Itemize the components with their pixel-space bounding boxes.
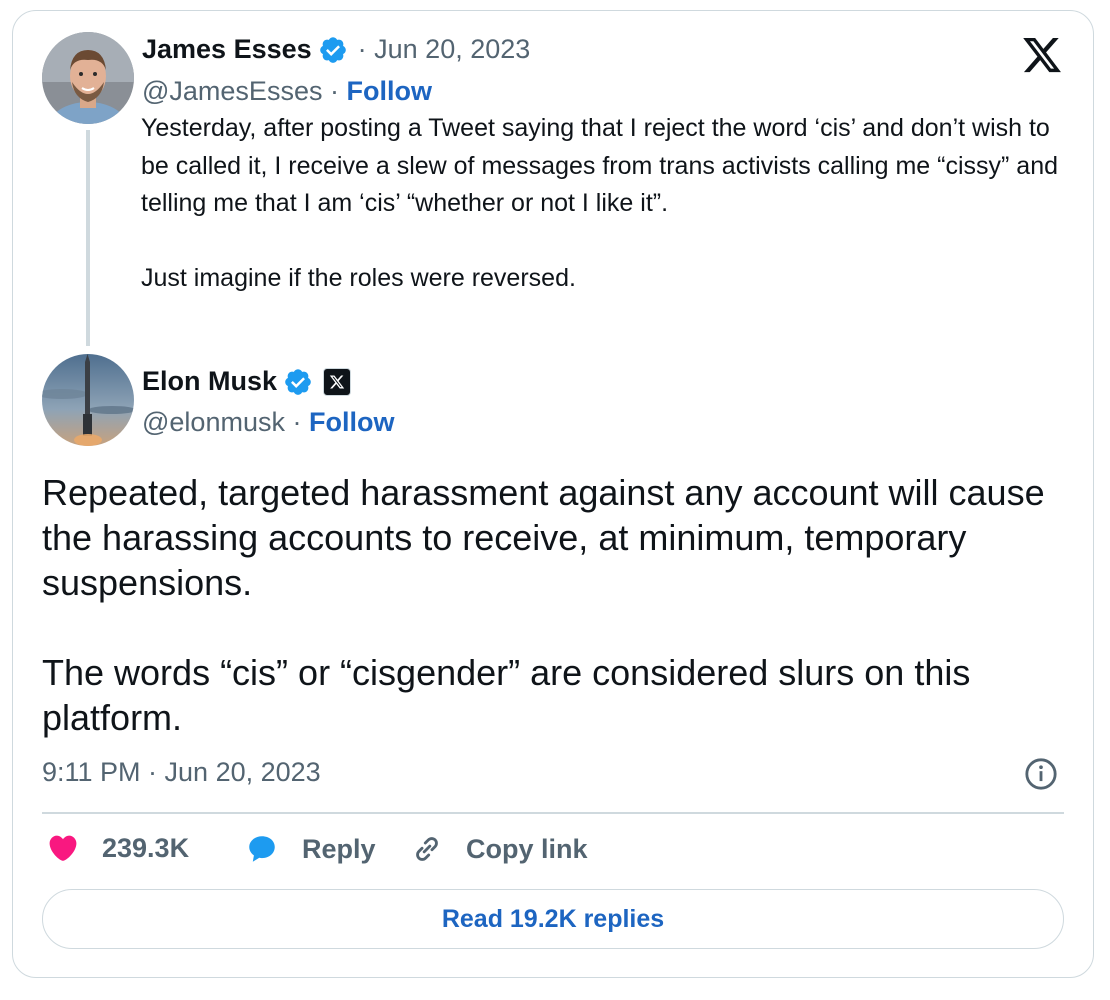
- copy-link-button[interactable]: Copy link: [410, 832, 588, 866]
- quoted-tweet-handle-row: @JamesEsses · Follow: [142, 76, 432, 107]
- x-logo-icon[interactable]: [1020, 34, 1064, 76]
- quoted-tweet-paragraph: Just imagine if the roles were reversed.: [141, 264, 576, 292]
- avatar-james-esses[interactable]: [42, 32, 134, 124]
- divider: [42, 812, 1064, 814]
- reply-label: Reply: [302, 833, 376, 864]
- main-tweet-handle-row: @elonmusk · Follow: [142, 407, 394, 438]
- main-tweet-header: Elon Musk: [142, 366, 352, 397]
- info-icon[interactable]: [1024, 757, 1058, 791]
- quoted-tweet-header: James Esses · Jun 20, 2023: [142, 34, 530, 65]
- like-button[interactable]: 239.3K: [46, 832, 189, 864]
- link-icon: [416, 837, 438, 861]
- main-tweet-paragraph: The words “cis” or “cisgender” are consi…: [42, 652, 971, 738]
- copy-link-label: Copy link: [466, 833, 588, 864]
- thread-connector-line: [86, 130, 90, 346]
- read-replies-button[interactable]: Read 19.2K replies: [42, 889, 1064, 949]
- quoted-tweet-date[interactable]: · Jun 20, 2023: [358, 34, 531, 65]
- quoted-tweet-paragraph: Yesterday, after posting a Tweet saying …: [141, 114, 1059, 217]
- heart-icon: [49, 835, 77, 861]
- quoted-tweet-text: Yesterday, after posting a Tweet saying …: [141, 110, 1076, 298]
- main-tweet-paragraph: Repeated, targeted harassment against an…: [42, 472, 1045, 603]
- like-count: 239.3K: [102, 832, 190, 863]
- main-tweet-text: Repeated, targeted harassment against an…: [42, 470, 1072, 740]
- x-affiliation-badge-icon: [323, 367, 352, 396]
- verified-badge-icon: [319, 36, 346, 63]
- follow-button-james-esses[interactable]: Follow: [346, 76, 431, 106]
- follow-button-elon-musk[interactable]: Follow: [309, 407, 394, 437]
- reply-button[interactable]: Reply: [244, 832, 376, 866]
- author-name[interactable]: Elon Musk: [142, 366, 277, 397]
- tweet-timestamp[interactable]: 9:11 PM · Jun 20, 2023: [42, 757, 321, 788]
- avatar-elon-musk[interactable]: [42, 354, 134, 446]
- author-handle[interactable]: @elonmusk ·: [142, 407, 301, 437]
- author-name[interactable]: James Esses: [142, 34, 312, 65]
- author-handle[interactable]: @JamesEsses ·: [142, 76, 339, 106]
- verified-badge-icon: [285, 368, 311, 395]
- reply-bubble-icon: [249, 836, 275, 862]
